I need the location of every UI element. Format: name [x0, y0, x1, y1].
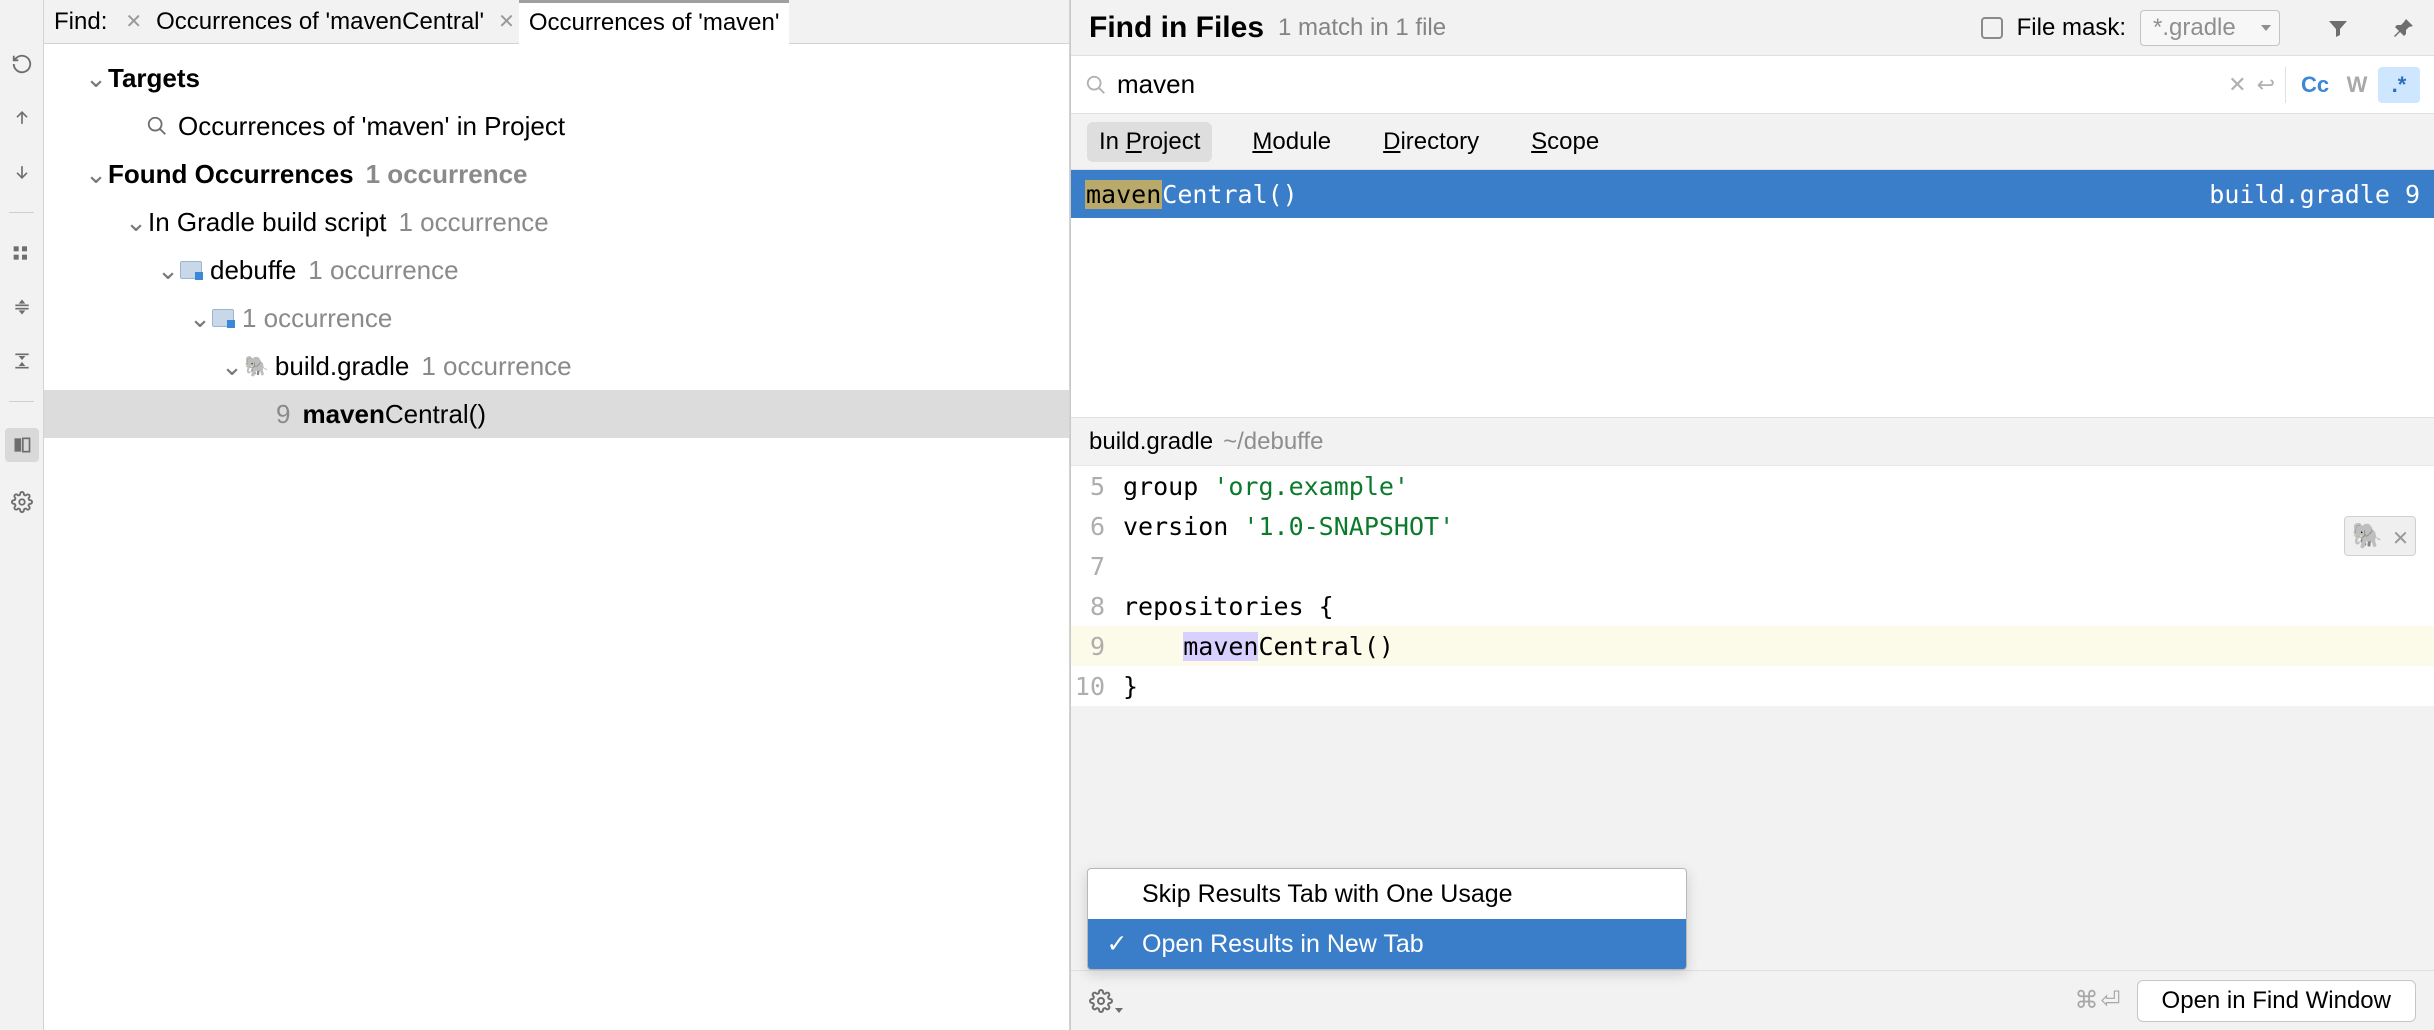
tree-file[interactable]: ⌄ 🐘 build.gradle 1 occurrence: [44, 342, 1069, 390]
file-name: build.gradle: [275, 351, 409, 382]
find-tab-2[interactable]: Occurrences of 'maven': [519, 0, 790, 44]
tree-targets-sub[interactable]: Occurrences of 'maven' in Project: [44, 102, 1069, 150]
proj-count: 1 occurrence: [308, 255, 458, 286]
search-input[interactable]: [1117, 69, 2218, 100]
result-line-num: 9: [276, 399, 290, 430]
tree-found[interactable]: ⌄ Found Occurrences 1 occurrence: [44, 150, 1069, 198]
folder-icon: [212, 309, 234, 327]
settings-icon[interactable]: [8, 488, 36, 516]
script-count: 1 occurrence: [398, 207, 548, 238]
rerun-icon[interactable]: [8, 50, 36, 78]
close-tab-2[interactable]: ✕: [494, 9, 519, 34]
preview-filename: build.gradle: [1089, 428, 1213, 456]
gear-icon[interactable]: [1089, 989, 1113, 1013]
script-label: In Gradle build script: [148, 207, 386, 238]
gear-menu: Skip Results Tab with One Usage ✓ Open R…: [1087, 868, 1687, 970]
targets-label: Targets: [108, 63, 200, 94]
popup-subtitle: 1 match in 1 file: [1278, 14, 1446, 42]
popup-footer: ⌘⏎ Open in Find Window Skip Results Tab …: [1071, 970, 2434, 1030]
filter-icon[interactable]: [2326, 16, 2350, 40]
result-rest: Central(): [1162, 180, 1297, 209]
scope-scope[interactable]: Scope: [1519, 122, 1611, 162]
folder-icon: [180, 261, 202, 279]
result-list-blank: [1071, 218, 2434, 418]
menu-open-new-tab[interactable]: ✓ Open Results in New Tab: [1088, 919, 1686, 969]
menu-skip-results[interactable]: Skip Results Tab with One Usage: [1088, 869, 1686, 919]
preview-header: build.gradle ~/debuffe: [1071, 418, 2434, 466]
tree-dir[interactable]: ⌄ 1 occurrence: [44, 294, 1069, 342]
result-highlight: maven: [1085, 180, 1162, 209]
regex-toggle[interactable]: .*: [2378, 67, 2420, 103]
find-label: Find:: [54, 8, 107, 36]
popup-header: Find in Files 1 match in 1 file File mas…: [1071, 0, 2434, 56]
chevron-down-icon[interactable]: ⌄: [84, 159, 108, 190]
search-icon: [1085, 74, 1107, 96]
search-row: ✕ ↩ Cc W .*: [1071, 56, 2434, 114]
tree-result-row[interactable]: 9 mavenCentral(): [44, 390, 1069, 438]
prev-occurrence-icon[interactable]: [8, 104, 36, 132]
find-in-files-popup: Find in Files 1 match in 1 file File mas…: [1070, 0, 2434, 1030]
popup-title: Find in Files: [1089, 11, 1264, 45]
toggle-group: Cc W .*: [2285, 67, 2420, 103]
collapse-all-icon[interactable]: [8, 347, 36, 375]
expand-all-icon[interactable]: [8, 293, 36, 321]
preview-filepath: ~/debuffe: [1223, 428, 1323, 456]
close-tab-1[interactable]: ✕: [121, 9, 146, 34]
chevron-down-icon[interactable]: ⌄: [124, 207, 148, 238]
tree-targets[interactable]: ⌄ Targets: [44, 54, 1069, 102]
file-count: 1 occurrence: [421, 351, 571, 382]
clear-icon[interactable]: ✕: [2228, 72, 2246, 98]
chevron-down-icon[interactable]: ⌄: [220, 351, 244, 382]
scope-directory[interactable]: Directory: [1371, 122, 1491, 162]
found-label: Found Occurrences: [108, 159, 354, 190]
preview-toggle-icon[interactable]: [5, 428, 39, 462]
search-icon: [146, 115, 168, 137]
scope-module[interactable]: Module: [1240, 122, 1343, 162]
dir-count: 1 occurrence: [242, 303, 392, 334]
find-tabbar: Find: ✕ Occurrences of 'mavenCentral' ✕ …: [44, 0, 1069, 44]
file-mask-checkbox[interactable]: [1981, 17, 2003, 39]
file-mask-select[interactable]: *.gradle: [2140, 10, 2280, 46]
shortcut-hint: ⌘⏎: [2074, 986, 2122, 1015]
find-tab-1[interactable]: Occurrences of 'mavenCentral': [146, 0, 494, 44]
tree-project[interactable]: ⌄ debuffe 1 occurrence: [44, 246, 1069, 294]
result-suffix: Central(): [385, 399, 486, 430]
result-file: build.gradle 9: [2209, 180, 2420, 209]
find-toolbar: [0, 0, 44, 1030]
group-by-icon[interactable]: [8, 239, 36, 267]
result-row[interactable]: mavenCentral() build.gradle 9: [1071, 170, 2434, 218]
history-icon[interactable]: ↩: [2257, 72, 2275, 98]
match-case-toggle[interactable]: Cc: [2294, 67, 2336, 103]
tree-script[interactable]: ⌄ In Gradle build script 1 occurrence: [44, 198, 1069, 246]
words-toggle[interactable]: W: [2336, 67, 2378, 103]
proj-name: debuffe: [210, 255, 296, 286]
found-count: 1 occurrence: [366, 159, 528, 190]
scope-row: In Project Module Directory Scope: [1071, 114, 2434, 170]
chevron-down-icon[interactable]: ⌄: [188, 303, 212, 334]
gradle-icon: 🐘: [244, 354, 269, 379]
file-mask-label: File mask:: [2017, 14, 2126, 42]
chevron-down-icon[interactable]: ⌄: [84, 63, 108, 94]
next-occurrence-icon[interactable]: [8, 158, 36, 186]
pin-icon[interactable]: [2392, 16, 2416, 40]
check-icon: ✓: [1106, 929, 1128, 959]
result-prefix: maven: [302, 399, 384, 430]
scope-project[interactable]: In Project: [1087, 122, 1212, 162]
find-results-panel: Find: ✕ Occurrences of 'mavenCentral' ✕ …: [44, 0, 1070, 1030]
code-preview[interactable]: 5group 'org.example' 6version '1.0-SNAPS…: [1071, 466, 2434, 706]
chevron-down-icon[interactable]: ⌄: [156, 255, 180, 286]
targets-sub: Occurrences of 'maven' in Project: [178, 111, 565, 142]
gradle-reload-badge[interactable]: 🐘 ✕: [2344, 516, 2416, 556]
open-in-find-window-button[interactable]: Open in Find Window: [2137, 980, 2416, 1022]
close-icon[interactable]: ✕: [2393, 522, 2408, 551]
results-tree[interactable]: ⌄ Targets Occurrences of 'maven' in Proj…: [44, 44, 1069, 1030]
gradle-icon: 🐘: [2352, 521, 2383, 551]
